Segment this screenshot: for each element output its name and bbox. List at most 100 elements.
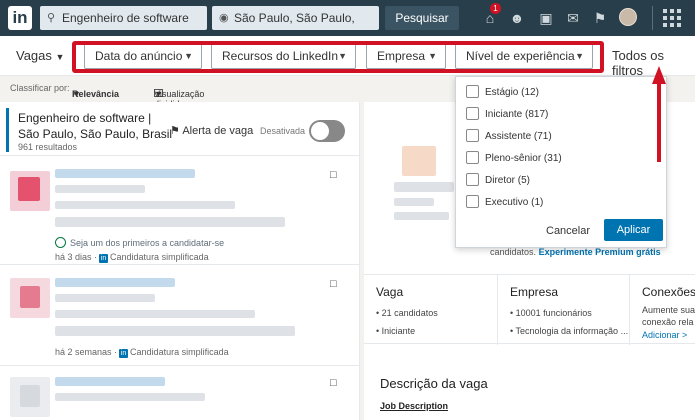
- insight-line: conexão rela: [642, 317, 694, 327]
- caret-down-icon: ▼: [154, 89, 163, 99]
- insight-title: Conexões: [642, 285, 695, 299]
- job-card[interactable]: □ há 2 semanas · in Candidatura simplifica…: [0, 266, 360, 366]
- blurred-job-title: [394, 182, 454, 192]
- blurred-company: [55, 185, 145, 193]
- insight-title: Vaga: [376, 285, 404, 299]
- chevron-down-icon: ▼: [55, 52, 65, 62]
- insight-title: Empresa: [510, 285, 559, 299]
- selected-indicator: [6, 108, 9, 152]
- messaging-icon[interactable]: ✉: [563, 8, 583, 28]
- checkbox[interactable]: [466, 195, 479, 208]
- experience-level-dropdown: Estágio (12) Iniciante (817) Assistente …: [455, 76, 667, 248]
- checkbox[interactable]: [466, 151, 479, 164]
- bell-icon: ⚑: [170, 125, 180, 137]
- apply-button[interactable]: Aplicar: [604, 219, 663, 241]
- blurred-location: [394, 212, 449, 220]
- nav-divider: [652, 6, 653, 30]
- option-associate[interactable]: Assistente (71): [466, 129, 552, 145]
- insight-vaga: Vaga • 21 candidatos • Iniciante: [364, 275, 498, 345]
- job-insights: Vaga • 21 candidatos • Iniciante Empresa…: [364, 274, 695, 345]
- location-search-input[interactable]: ◉ São Paulo, São Paulo, Brasil: [212, 6, 379, 49]
- checkbox[interactable]: [466, 173, 479, 186]
- bookmark-icon[interactable]: □: [330, 278, 337, 290]
- option-director[interactable]: Diretor (5): [466, 173, 530, 189]
- job-meta: há 2 semanas · in Candidatura simplificada: [55, 347, 229, 358]
- linkedin-small-icon: in: [119, 349, 129, 358]
- vagas-dropdown[interactable]: Vagas ▼: [16, 48, 64, 63]
- option-entry-level[interactable]: Iniciante (817): [466, 107, 548, 123]
- insight-empresa: Empresa • 10001 funcionários • Tecnologi…: [498, 275, 630, 345]
- toggle-knob: [310, 121, 330, 141]
- linkedin-logo[interactable]: in: [8, 6, 32, 30]
- checkbox[interactable]: [466, 107, 479, 120]
- company-logo: [10, 278, 50, 318]
- network-icon[interactable]: ☻: [507, 8, 527, 28]
- cancel-button[interactable]: Cancelar: [546, 225, 590, 237]
- premium-prefix: candidatos.: [490, 247, 537, 257]
- results-pane: Engenheiro de software | São Paulo, São …: [0, 102, 360, 420]
- keyword-search-value: Engenheiro de software: [62, 11, 189, 25]
- bookmark-icon[interactable]: □: [330, 377, 337, 389]
- early-applicant-note: Seja um dos primeiros a candidatar-se: [55, 237, 224, 248]
- job-description-title: Descrição da vaga: [380, 376, 488, 391]
- bookmark-icon[interactable]: □: [330, 169, 337, 181]
- job-alert-toggle[interactable]: [309, 120, 345, 142]
- insight-conexoes: Conexões Aumente sua conexão rela Adicio…: [630, 275, 695, 345]
- company-logo: [10, 171, 50, 211]
- linkedin-small-icon: in: [99, 254, 109, 263]
- jobs-icon[interactable]: ▣: [536, 8, 556, 28]
- job-card[interactable]: □ Seja um dos primeiros a candidatar-se …: [0, 157, 360, 265]
- job-alert-text: Alerta de vaga: [182, 125, 254, 137]
- job-description-heading: Job Description: [380, 401, 449, 411]
- job-card[interactable]: □: [0, 367, 360, 420]
- premium-link[interactable]: Experimente Premium grátis: [539, 247, 661, 257]
- vagas-label: Vagas: [16, 48, 52, 63]
- search-title-line1: Engenheiro de software |: [18, 111, 152, 125]
- location-pin-icon: ◉: [219, 12, 229, 24]
- search-title-line2: São Paulo, São Paulo, Brasil: [18, 127, 173, 141]
- option-internship[interactable]: Estágio (12): [466, 85, 539, 101]
- blurred-job-title: [55, 169, 195, 178]
- results-count: 961 resultados: [18, 142, 78, 152]
- highlight-rectangle: [72, 41, 604, 73]
- notifications-icon[interactable]: ⚑: [590, 8, 610, 28]
- apply-type: Candidatura simplificada: [130, 347, 229, 357]
- keyword-search-input[interactable]: ⚲ Engenheiro de software: [40, 6, 207, 30]
- apps-grid-icon[interactable]: [663, 9, 681, 27]
- apply-type: Candidatura simplificada: [110, 252, 209, 262]
- sort-prefix: Classificar por:: [10, 83, 70, 93]
- checkbox[interactable]: [466, 129, 479, 142]
- insight-line: • Tecnologia da informação ...: [510, 326, 629, 336]
- job-meta: há 3 dias · in Candidatura simplificada: [55, 252, 209, 263]
- search-icon: ⚲: [47, 12, 56, 24]
- notification-badge: 1: [490, 3, 501, 14]
- blurred-snippet: [55, 326, 295, 336]
- blurred-company: [55, 294, 155, 302]
- job-age: há 3 dias: [55, 252, 92, 262]
- blurred-job-title: [55, 278, 175, 287]
- top-nav: in ⚲ Engenheiro de software ◉ São Paulo,…: [0, 0, 695, 49]
- avatar[interactable]: [619, 8, 637, 26]
- premium-promo: candidatos. Experimente Premium grátis: [490, 247, 661, 257]
- job-age: há 2 semanas: [55, 347, 112, 357]
- insight-line: • Iniciante: [376, 326, 416, 336]
- blurred-job-title: [55, 377, 165, 386]
- add-connections-link[interactable]: Adicionar >: [642, 330, 687, 340]
- blurred-company: [55, 393, 205, 401]
- checkbox[interactable]: [466, 85, 479, 98]
- job-alert-label: ⚑ Alerta de vaga: [170, 124, 253, 137]
- insight-line: Aumente sua: [642, 305, 695, 315]
- toggle-state-label: Desativada: [260, 126, 306, 136]
- search-button[interactable]: Pesquisar: [385, 6, 459, 30]
- caret-down-icon: ▼: [72, 89, 81, 99]
- option-executive[interactable]: Executivo (1): [466, 195, 543, 211]
- early-applicant-text: Seja um dos primeiros a candidatar-se: [70, 238, 225, 248]
- clock-icon: [55, 237, 66, 248]
- blurred-location: [55, 201, 235, 209]
- insight-line: • 21 candidatos: [376, 308, 438, 318]
- insight-line: • 10001 funcionários: [510, 308, 592, 318]
- blurred-company: [394, 198, 434, 206]
- search-title: Engenheiro de software | São Paulo, São …: [18, 110, 172, 142]
- option-mid-senior[interactable]: Pleno-sênior (31): [466, 151, 562, 167]
- search-alert-header: Engenheiro de software | São Paulo, São …: [0, 102, 360, 156]
